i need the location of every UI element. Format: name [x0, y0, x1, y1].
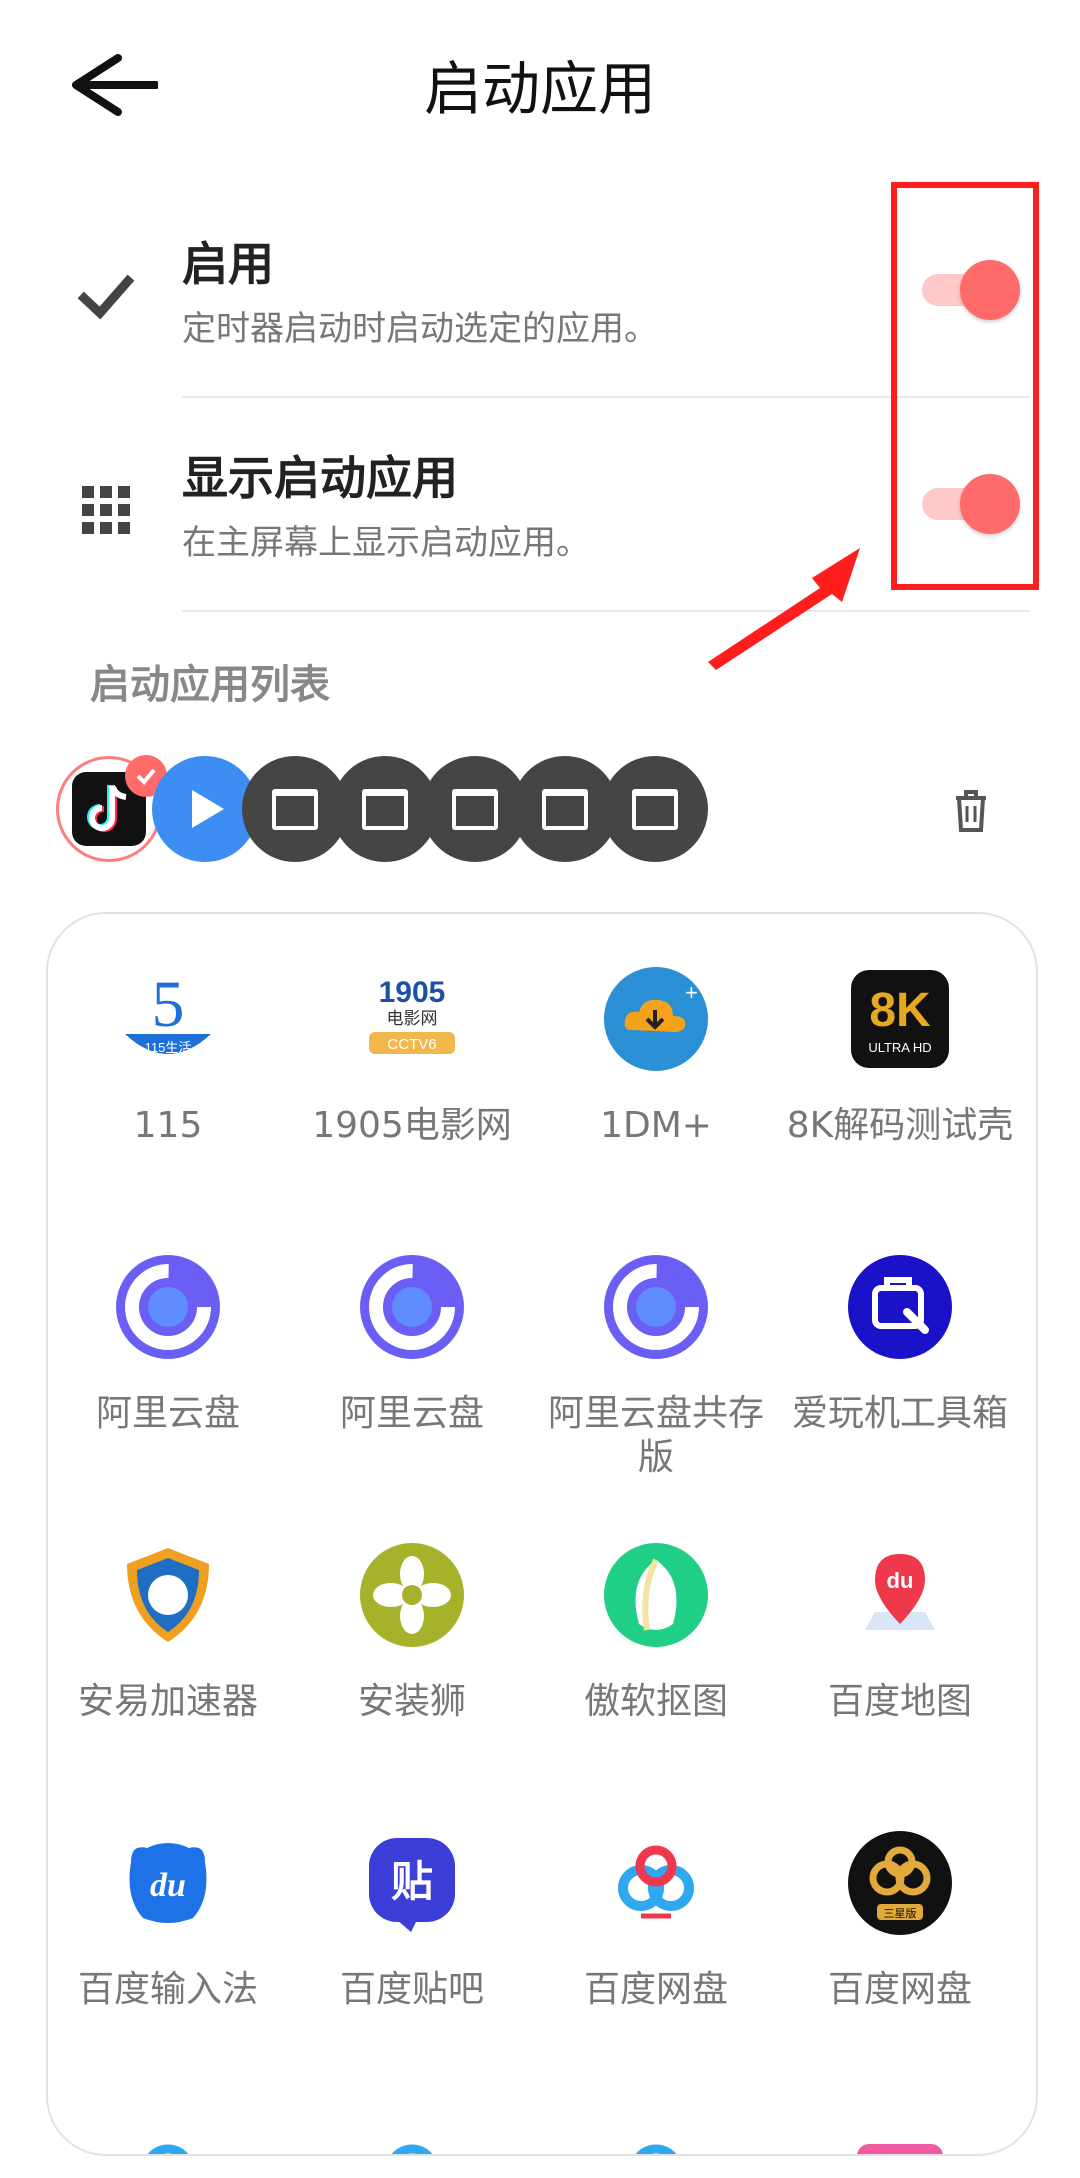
baidu-input-icon: du [129, 1843, 207, 1923]
svg-text:电影网: 电影网 [387, 1009, 438, 1028]
aliyun-drive-icon [604, 1255, 708, 1359]
8k-ultrahd-icon: 8K ULTRA HD [851, 970, 949, 1068]
1dm-download-icon: + [604, 967, 708, 1071]
setting-title: 显示启动应用 [182, 451, 458, 505]
grid-icon [82, 486, 130, 534]
115-life-icon: 5 115生活 [125, 968, 211, 1055]
app-item[interactable]: 阿里云盘 [48, 1252, 288, 1436]
app-label: 百度地图 [827, 1681, 972, 1722]
svg-text:du: du [150, 1867, 186, 1904]
section-title: 启动应用列表 [90, 662, 330, 708]
app-item[interactable]: 贴 百度贴吧 [292, 1828, 532, 2012]
flower-installer-icon [360, 1543, 464, 1647]
app-label: 安装狮 [357, 1681, 466, 1722]
app-item[interactable]: + 1DM+ [536, 964, 776, 1148]
svg-text:贴: 贴 [391, 1858, 433, 1905]
app-label: 8K解码测试壳 [786, 1105, 1014, 1146]
app-item-partial[interactable] [292, 2116, 532, 2154]
window-icon [542, 788, 588, 830]
app-item[interactable]: du 百度地图 [780, 1540, 1020, 1724]
page-title: 启动应用 [423, 55, 656, 123]
app-item-partial[interactable] [48, 2116, 288, 2154]
app-label: 百度网盘 [827, 1969, 972, 2010]
selected-apps-row [56, 755, 1056, 866]
app-item[interactable]: 阿里云盘 [292, 1252, 532, 1436]
app-label: 1905电影网 [312, 1105, 512, 1146]
app-grid-panel: 5 115生活 115 1905 电影网 CCTV6 1905电影网 + 1DM… [46, 912, 1038, 2156]
trash-icon[interactable] [946, 786, 996, 836]
divider [182, 610, 1030, 612]
window-icon [272, 788, 318, 830]
svg-text:du: du [887, 1568, 914, 1593]
app-label: 阿里云盘 [339, 1393, 484, 1434]
app-item[interactable]: 安易加速器 [48, 1540, 288, 1724]
app-label: 傲软抠图 [583, 1681, 728, 1722]
checkmark-icon [77, 274, 135, 320]
baidu-netdisk-samsung-icon: 三星版 [848, 1831, 952, 1935]
window-icon [452, 788, 498, 830]
window-icon [632, 788, 678, 830]
app-label: 百度贴吧 [339, 1969, 484, 2010]
app-label: 百度输入法 [77, 1969, 258, 2010]
app-label: 115 [133, 1105, 203, 1146]
app-item[interactable]: 傲软抠图 [536, 1540, 776, 1724]
setting-subtitle: 定时器启动时启动选定的应用。 [182, 309, 658, 349]
app-item[interactable]: 三星版 百度网盘 [780, 1828, 1020, 2012]
app-icon [857, 2144, 943, 2154]
app-item[interactable]: 8K ULTRA HD 8K解码测试壳 [780, 964, 1020, 1148]
app-label: 爱玩机工具箱 [791, 1393, 1008, 1434]
app-label: 安易加速器 [77, 1681, 258, 1722]
toolbox-icon [848, 1255, 952, 1359]
svg-text:三星版: 三星版 [884, 1906, 917, 1920]
app-label: 阿里云盘 [95, 1393, 240, 1434]
svg-text:115生活: 115生活 [145, 1040, 192, 1055]
svg-text:8K: 8K [869, 984, 931, 1037]
app-icon [391, 2144, 433, 2154]
app-item[interactable]: 5 115生活 115 [48, 964, 288, 1148]
app-item-partial[interactable] [780, 2116, 1020, 2154]
cutout-leaf-icon [604, 1543, 708, 1647]
app-item[interactable]: 1905 电影网 CCTV6 1905电影网 [292, 964, 532, 1148]
app-label: 阿里云盘共存版 [547, 1393, 764, 1478]
highlight-box [891, 182, 1039, 590]
app-label: 1DM+ [600, 1105, 712, 1146]
baidu-map-pin-icon: du [865, 1554, 935, 1630]
1905-movie-icon: 1905 电影网 CCTV6 [369, 976, 455, 1054]
svg-text:CCTV6: CCTV6 [387, 1036, 436, 1053]
app-item[interactable]: 阿里云盘共存版 [536, 1252, 776, 1480]
app-item[interactable]: 安装狮 [292, 1540, 532, 1724]
aliyun-drive-icon [360, 1255, 464, 1359]
app-icon [635, 2144, 677, 2154]
selected-app-window[interactable] [602, 756, 708, 862]
svg-text:ULTRA HD: ULTRA HD [868, 1040, 931, 1055]
svg-text:1905: 1905 [379, 976, 446, 1009]
app-item[interactable]: 百度网盘 [536, 1828, 776, 2012]
baidu-netdisk-icon [618, 1845, 694, 1919]
svg-text:+: + [685, 980, 698, 1005]
annotation-arrow-icon [708, 548, 860, 670]
app-item-partial[interactable] [536, 2116, 776, 2154]
app-icon [147, 2144, 189, 2154]
setting-subtitle: 在主屏幕上显示启动应用。 [182, 523, 590, 563]
app-item[interactable]: du 百度输入法 [48, 1828, 288, 2012]
top-app-bar: 启动应用 [0, 0, 1080, 170]
play-icon [192, 790, 224, 828]
shield-accelerator-icon [127, 1548, 209, 1642]
svg-text:5: 5 [152, 968, 185, 1041]
selected-app-tiktok[interactable] [56, 755, 167, 862]
app-item[interactable]: 爱玩机工具箱 [780, 1252, 1020, 1436]
setting-title: 启用 [182, 237, 274, 291]
window-icon [362, 788, 408, 830]
aliyun-drive-icon [116, 1255, 220, 1359]
baidu-tieba-icon: 贴 [369, 1838, 455, 1932]
app-label: 百度网盘 [583, 1969, 728, 2010]
